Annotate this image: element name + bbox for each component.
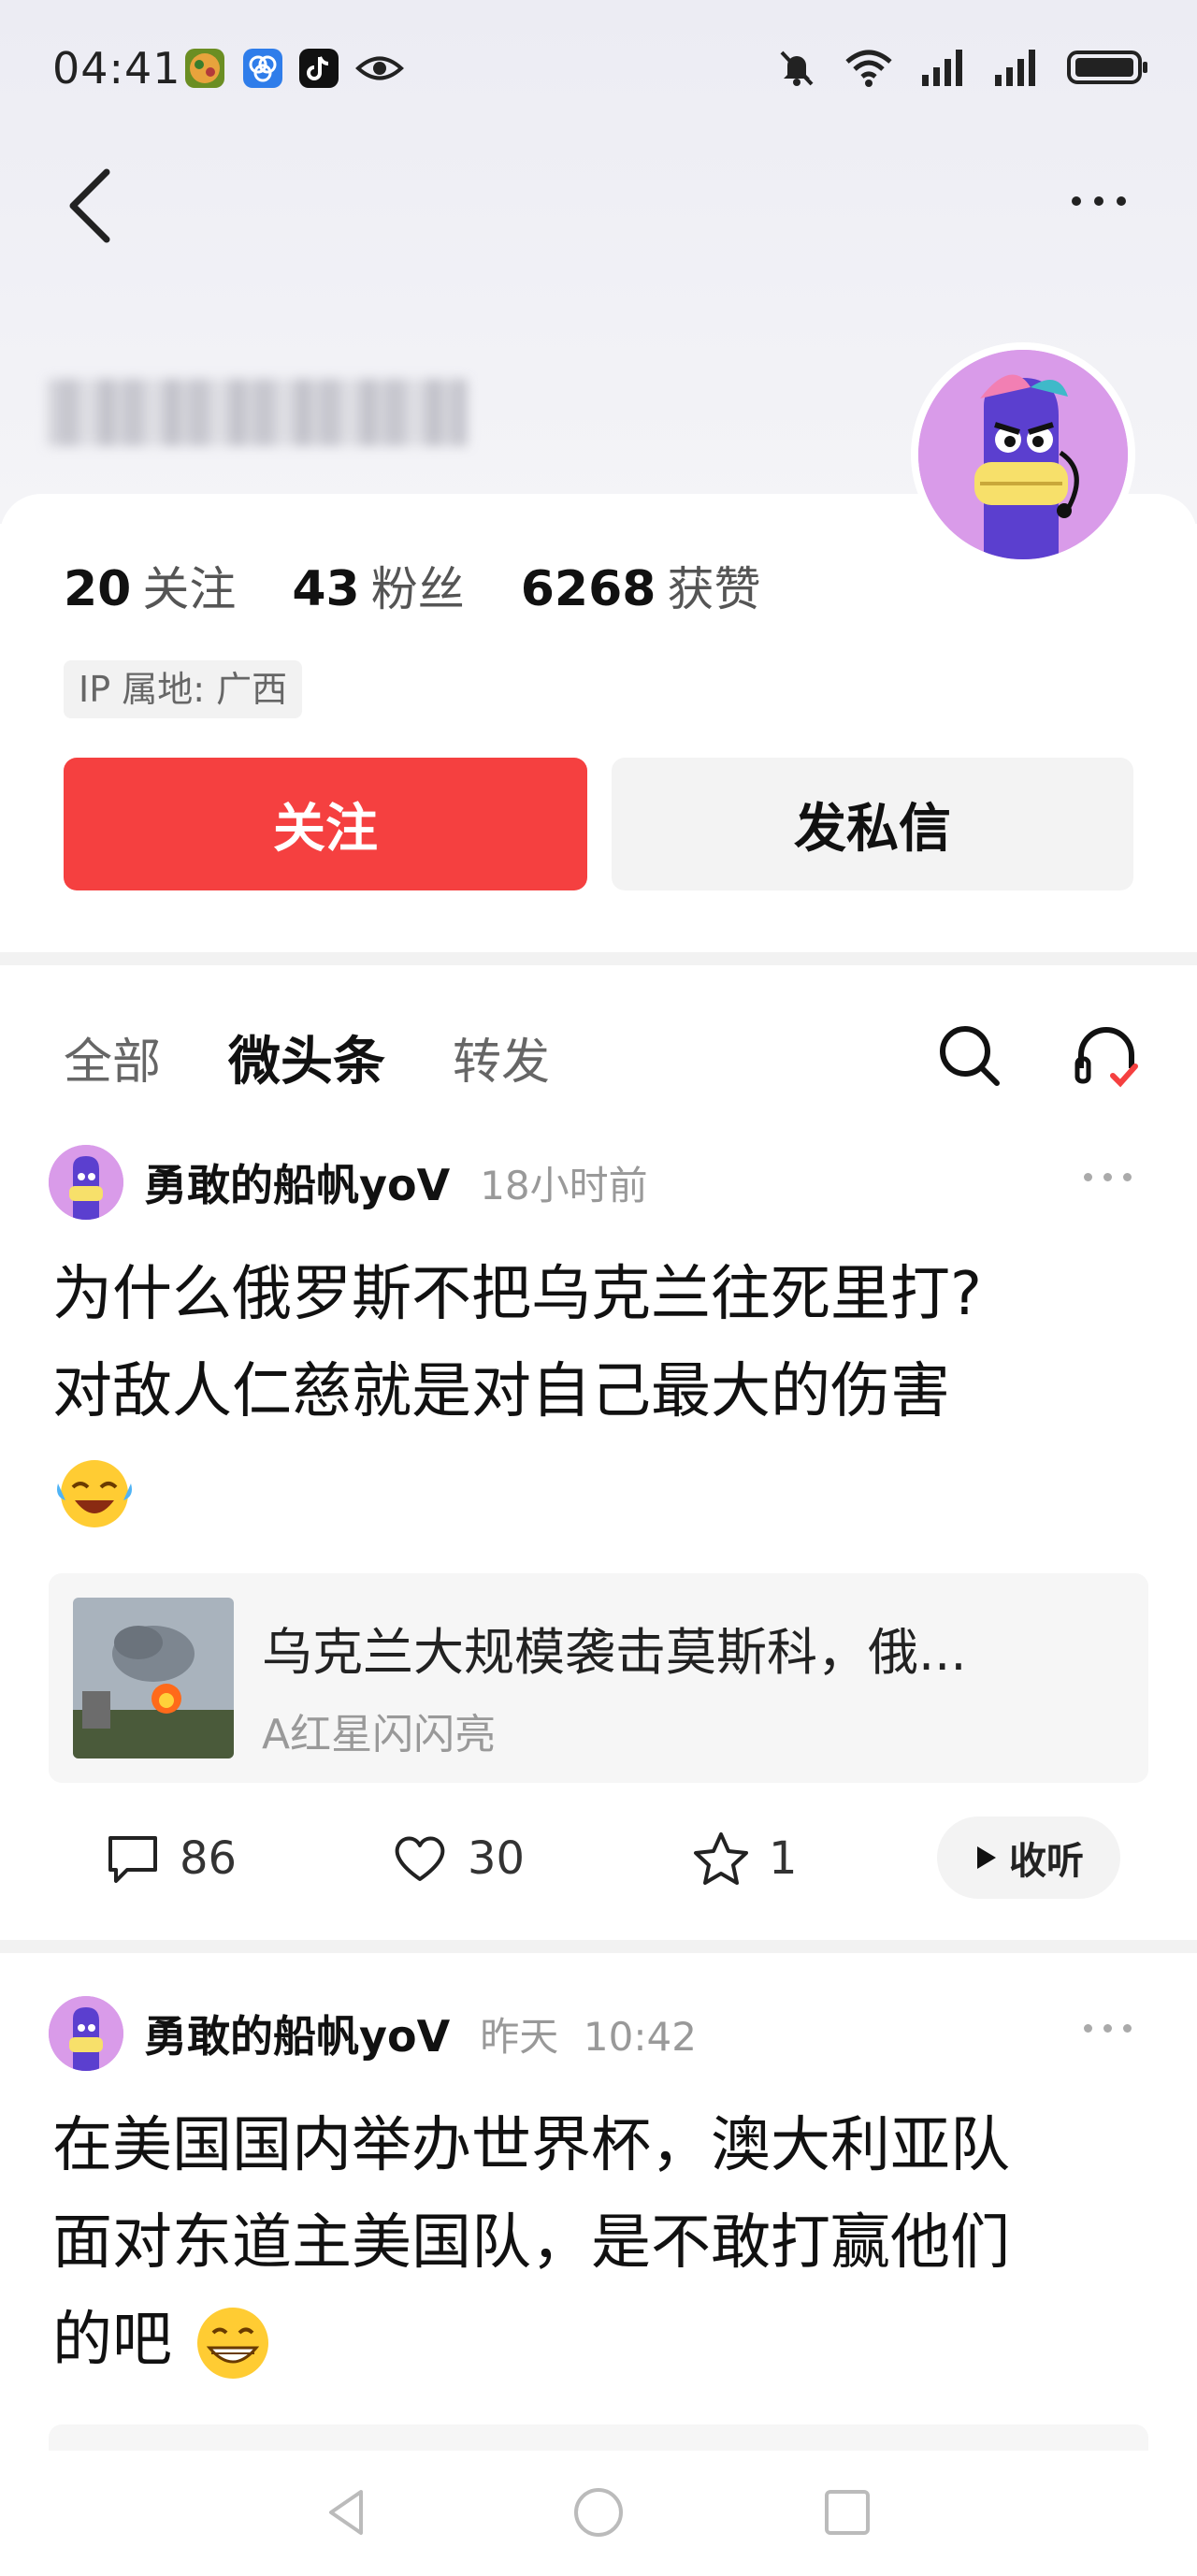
post-body: 为什么俄罗斯不把乌克兰往死里打? 对敌人仁慈就是对自己最大的伤害: [52, 1246, 1156, 1538]
post-text-line: 在美国国内举办世界杯，澳大利亚队: [52, 2111, 1010, 2180]
author-name[interactable]: 勇敢的船帆yoV: [144, 2003, 450, 2064]
post-text-line: 为什么俄罗斯不把乌克兰往死里打?: [52, 1260, 982, 1329]
post-header: 勇敢的船帆yoV 18小时前: [49, 1143, 648, 1222]
stat-likes[interactable]: 6268 获赞: [521, 552, 761, 619]
favorite-button[interactable]: 1: [692, 1816, 798, 1901]
signal-icon: [922, 50, 962, 86]
like-count: 30: [468, 1832, 526, 1885]
direct-message-button[interactable]: 发私信: [612, 758, 1133, 890]
nav-back-button[interactable]: [318, 2482, 378, 2542]
link-app-icon: [243, 49, 282, 88]
more-dots-icon: [1084, 2024, 1092, 2033]
eye-icon: [355, 49, 404, 88]
tab-reposts[interactable]: 转发: [453, 1022, 550, 1093]
article-title: 乌克兰大规模袭击莫斯科，俄...: [262, 1623, 967, 1682]
favorite-count: 1: [769, 1832, 798, 1885]
stat-number: 43: [292, 561, 360, 617]
tab-all[interactable]: 全部: [64, 1022, 161, 1093]
star-icon: [694, 1832, 748, 1885]
comment-count: 86: [180, 1832, 238, 1885]
post-text-line: 对敌人仁慈就是对自己最大的伤害: [52, 1357, 950, 1426]
article-thumbnail: [73, 1598, 234, 1758]
chevron-left-icon: [69, 168, 110, 243]
profile-stats: 20 关注 43 粉丝 6268 获赞: [64, 552, 760, 619]
laughing-tears-emoji: [57, 1460, 132, 1528]
heart-icon: [395, 1836, 445, 1881]
nav-recents-button[interactable]: [817, 2482, 877, 2542]
post-timestamp: 昨天 10:42: [480, 2013, 697, 2060]
tab-micro-headlines[interactable]: 微头条: [228, 1020, 385, 1095]
author-name[interactable]: 勇敢的船帆yoV: [144, 1151, 450, 1213]
stat-label: 关注: [142, 562, 237, 616]
square-recents-icon: [825, 2490, 870, 2535]
triangle-back-icon: [329, 2490, 363, 2535]
signal-icon: [995, 50, 1035, 86]
stat-number: 6268: [520, 561, 656, 617]
blurred-username: [47, 379, 468, 446]
post-more-button[interactable]: [1084, 1173, 1132, 1181]
more-dots-icon: [1072, 196, 1081, 206]
stat-followers[interactable]: 43 粉丝: [292, 552, 464, 619]
circle-home-icon: [574, 2488, 623, 2537]
post-body: 在美国国内举办世界杯，澳大利亚队 面对东道主美国队，是不敢打赢他们 的吧: [52, 2097, 1156, 2389]
section-divider: [0, 952, 1197, 965]
system-nav-bar: [0, 2451, 1197, 2576]
status-time: 04:41: [52, 43, 181, 94]
more-dots-icon: [1084, 1173, 1092, 1181]
post-header: 勇敢的船帆yoV 昨天 10:42: [49, 1994, 697, 2073]
search-button[interactable]: [935, 1021, 1002, 1089]
author-avatar[interactable]: [49, 1145, 123, 1220]
battery-icon: [1067, 51, 1147, 84]
back-button[interactable]: [56, 159, 122, 253]
post-more-button[interactable]: [1084, 2024, 1132, 2033]
ip-location-badge: IP 属地: 广西: [64, 660, 303, 718]
comment-icon: [108, 1836, 157, 1883]
wifi-icon: [845, 50, 892, 87]
play-icon: [977, 1846, 996, 1869]
post-text-line: 面对东道主美国队，是不敢打赢他们: [52, 2208, 1010, 2278]
mute-icon: [780, 51, 814, 86]
post-actions: 86 30 1 收听: [0, 1816, 1197, 1901]
follow-button[interactable]: 关注: [64, 758, 587, 890]
grinning-emoji: [197, 2308, 269, 2380]
listen-button[interactable]: 收听: [937, 1816, 1120, 1899]
stat-number: 20: [64, 561, 132, 617]
status-bar: 04:41: [0, 0, 1197, 140]
article-source: A红星闪闪亮: [262, 1711, 497, 1758]
nav-home-button[interactable]: [569, 2482, 628, 2542]
listen-mode-button[interactable]: [1072, 1021, 1141, 1091]
game-app-icon: [185, 49, 224, 88]
listen-label: 收听: [1009, 1840, 1084, 1883]
post-timestamp: 18小时前: [480, 1162, 648, 1208]
comment-button[interactable]: 86: [105, 1816, 237, 1901]
more-button[interactable]: [1057, 178, 1141, 224]
linked-article-card[interactable]: 乌克兰大规模袭击莫斯科，俄... A红星闪闪亮: [49, 1573, 1148, 1783]
post-divider: [0, 1940, 1197, 1953]
stat-label: 粉丝: [370, 562, 465, 616]
profile-avatar[interactable]: [911, 342, 1135, 567]
content-tabs: 全部 微头条 转发: [64, 1020, 550, 1095]
like-button[interactable]: 30: [391, 1816, 525, 1901]
post-text-line: 的吧: [52, 2306, 172, 2375]
search-icon: [940, 1026, 1000, 1086]
author-avatar[interactable]: [49, 1996, 123, 2071]
headphones-icon: [1074, 1027, 1138, 1088]
tiktok-icon: [299, 49, 339, 88]
stat-label: 获赞: [667, 562, 761, 616]
stat-following[interactable]: 20 关注: [64, 552, 236, 619]
